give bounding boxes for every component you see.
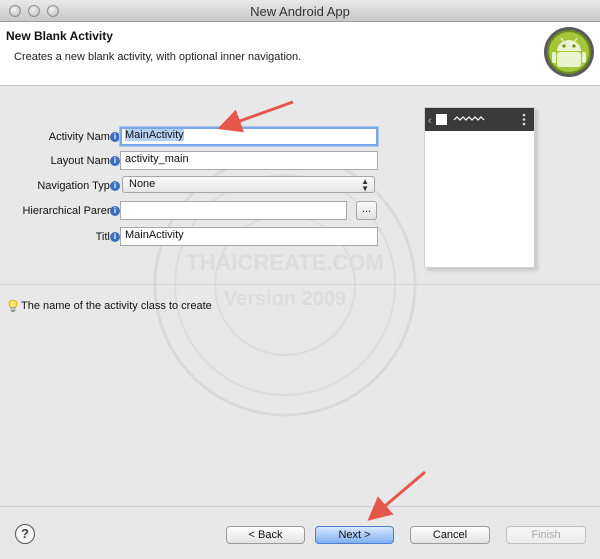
hierarchical-parent-label: Hierarchical Parent	[22, 205, 116, 217]
info-icon: i	[110, 156, 120, 166]
activity-name-input[interactable]: MainActivity	[120, 127, 378, 146]
watermark-line2: Version 2009	[224, 288, 346, 310]
info-icon: i	[110, 206, 120, 216]
content-separator	[0, 284, 600, 285]
finish-button[interactable]: Finish	[506, 526, 586, 544]
footer-separator	[0, 506, 600, 507]
hint-text: The name of the activity class to create	[21, 300, 212, 312]
android-logo-icon	[544, 27, 594, 77]
watermark-line1: THAICREATE.COM	[186, 250, 384, 275]
lightbulb-icon	[8, 299, 18, 313]
layout-name-label: Layout Name	[50, 155, 116, 167]
title-input[interactable]: MainActivity	[120, 227, 378, 246]
preview-action-bar: ‹	[425, 108, 534, 131]
page-title: New Blank Activity	[6, 29, 113, 43]
hierarchical-parent-input[interactable]	[120, 201, 347, 220]
window-title: New Android App	[250, 4, 350, 19]
info-icon: i	[110, 181, 120, 191]
updown-arrows-icon: ▲ ▼	[361, 177, 369, 193]
navigation-type-label: Navigation Type	[37, 180, 116, 192]
preview-action-bar-icons: ‹	[428, 113, 526, 127]
arrow-to-activity-name	[217, 100, 294, 133]
browse-button[interactable]: ...	[356, 201, 377, 220]
layout-name-input[interactable]: activity_main	[120, 151, 378, 170]
next-button[interactable]: Next >	[315, 526, 394, 544]
page-description: Creates a new blank activity, with optio…	[14, 51, 302, 63]
back-button[interactable]: < Back	[226, 526, 305, 544]
help-icon[interactable]: ?	[15, 524, 35, 544]
activity-name-value: MainActivity	[125, 129, 184, 141]
info-icon: i	[110, 232, 120, 242]
activity-preview: ‹	[424, 107, 535, 268]
arrow-to-next-button	[367, 470, 426, 521]
title-bar: New Android App	[0, 0, 600, 22]
cancel-button[interactable]: Cancel	[410, 526, 490, 544]
navigation-type-select[interactable]: None ▲ ▼	[122, 176, 375, 193]
info-icon: i	[110, 132, 120, 142]
wizard-header: New Blank Activity Creates a new blank a…	[0, 22, 600, 86]
navigation-type-value: None	[129, 178, 156, 190]
activity-name-label: Activity Name	[48, 131, 116, 143]
svg-text:‹: ‹	[428, 115, 432, 127]
